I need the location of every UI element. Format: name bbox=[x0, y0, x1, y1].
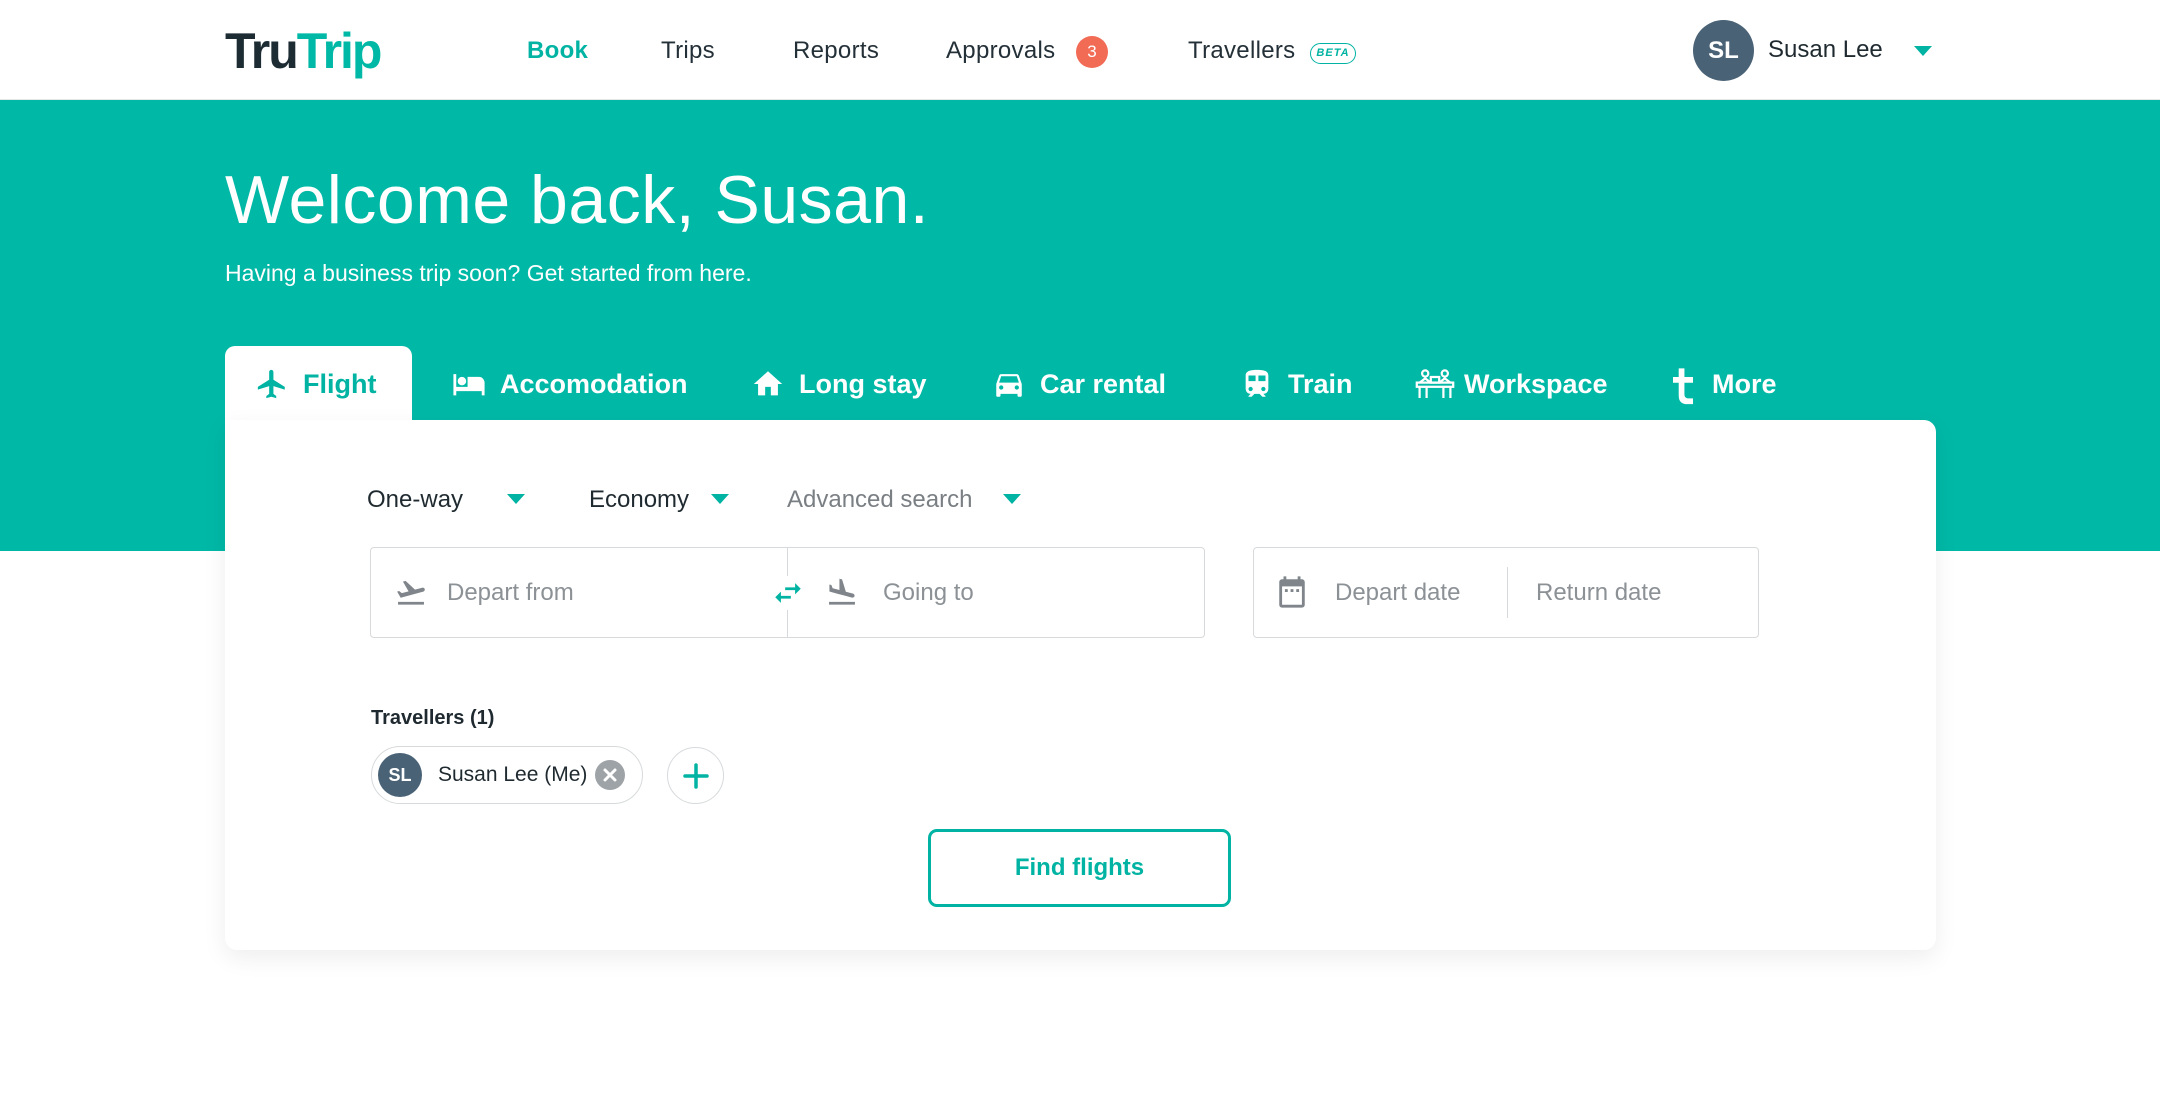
car-icon bbox=[992, 367, 1026, 401]
tab-long-stay[interactable]: Long stay bbox=[751, 356, 927, 412]
tab-label: Workspace bbox=[1464, 368, 1608, 399]
beta-badge: BETA bbox=[1310, 43, 1356, 64]
top-navigation-bar: TruTrip Book Trips Reports Approvals 3 T… bbox=[0, 0, 2160, 100]
find-flights-button[interactable]: Find flights bbox=[928, 829, 1231, 907]
plane-icon bbox=[255, 367, 289, 401]
date-divider bbox=[1507, 567, 1508, 618]
depart-date-input[interactable]: Depart date bbox=[1335, 577, 1460, 609]
train-icon bbox=[1240, 367, 1274, 401]
tab-train[interactable]: Train bbox=[1240, 356, 1353, 412]
approvals-count-badge: 3 bbox=[1076, 36, 1108, 68]
logo-text-tru: Tru bbox=[225, 23, 299, 79]
workspace-icon bbox=[1414, 367, 1456, 401]
calendar-icon bbox=[1276, 575, 1308, 614]
date-field-group bbox=[1253, 547, 1759, 638]
tab-flight[interactable]: Flight bbox=[225, 346, 412, 422]
plus-icon bbox=[682, 762, 710, 795]
nav-approvals[interactable]: Approvals bbox=[946, 34, 1055, 68]
return-date-input[interactable]: Return date bbox=[1536, 577, 1661, 609]
trip-type-select[interactable]: One-way bbox=[367, 484, 463, 516]
logo-text-trip: Trip bbox=[296, 23, 383, 79]
remove-traveller-close-icon[interactable] bbox=[595, 760, 625, 790]
user-avatar[interactable]: SL bbox=[1693, 20, 1754, 81]
welcome-heading: Welcome back, Susan. bbox=[225, 162, 930, 238]
cabin-class-chevron-down-icon[interactable] bbox=[711, 494, 729, 504]
add-traveller-button[interactable] bbox=[667, 747, 724, 804]
advanced-search-toggle[interactable]: Advanced search bbox=[787, 484, 972, 516]
tab-label: Long stay bbox=[799, 368, 927, 399]
depart-from-input[interactable]: Depart from bbox=[447, 577, 574, 609]
takeoff-icon bbox=[394, 576, 428, 611]
tab-label: Car rental bbox=[1040, 368, 1167, 399]
traveller-avatar: SL bbox=[378, 753, 422, 797]
landing-icon bbox=[825, 576, 859, 611]
welcome-subtitle: Having a business trip soon? Get started… bbox=[225, 260, 752, 286]
nav-trips[interactable]: Trips bbox=[661, 34, 715, 68]
home-icon bbox=[751, 367, 785, 401]
tab-accomodation[interactable]: Accomodation bbox=[452, 356, 688, 412]
tab-label: Train bbox=[1288, 368, 1353, 399]
nav-travellers[interactable]: Travellers bbox=[1188, 34, 1295, 68]
cabin-class-select[interactable]: Economy bbox=[589, 484, 689, 516]
swap-icon[interactable] bbox=[770, 576, 806, 610]
advanced-search-chevron-down-icon[interactable] bbox=[1003, 494, 1021, 504]
tab-car-rental[interactable]: Car rental bbox=[992, 356, 1166, 412]
trutrip-t-icon bbox=[1668, 367, 1698, 405]
trip-type-chevron-down-icon[interactable] bbox=[507, 494, 525, 504]
going-to-input[interactable]: Going to bbox=[883, 577, 974, 609]
bed-icon bbox=[452, 367, 486, 401]
travellers-label: Travellers (1) bbox=[371, 707, 495, 729]
nav-book[interactable]: Book bbox=[527, 34, 588, 68]
tab-label: More bbox=[1712, 368, 1777, 399]
trutrip-logo[interactable]: TruTrip bbox=[225, 22, 383, 80]
user-name[interactable]: Susan Lee bbox=[1768, 33, 1883, 67]
user-menu-chevron-down-icon[interactable] bbox=[1914, 46, 1932, 56]
tab-more[interactable]: More bbox=[1668, 356, 1777, 412]
traveller-name: Susan Lee (Me) bbox=[438, 763, 588, 786]
tab-label: Accomodation bbox=[500, 368, 688, 399]
traveller-chip: SL Susan Lee (Me) bbox=[371, 746, 643, 804]
tab-workspace[interactable]: Workspace bbox=[1414, 356, 1608, 412]
nav-reports[interactable]: Reports bbox=[793, 34, 879, 68]
tab-label: Flight bbox=[303, 368, 377, 399]
